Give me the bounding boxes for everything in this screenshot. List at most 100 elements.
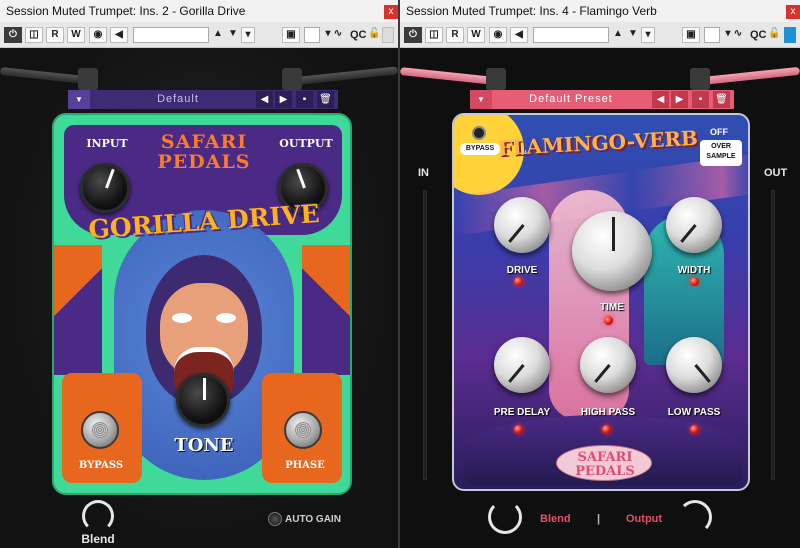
flamingo-verb-window: Session Muted Trumpet: Ins. 4 - Flamingo… [400,0,800,548]
preset-up-icon[interactable]: ▲ [611,27,625,43]
oversample-line1: OVER [711,143,731,150]
output-label: Output [626,513,663,525]
high-pass-label: HIGH PASS [580,407,636,418]
input-meter [423,190,427,480]
settings-icon[interactable] [784,27,796,43]
oversample-line2: SAMPLE [706,153,736,160]
brand-line2: PEDALS [157,151,251,173]
brand-line2: PEDALS [575,464,635,479]
gorilla-eye-right [216,313,236,323]
settings-icon[interactable] [382,27,394,43]
gorilla-drive-pedal: INPUT OUTPUT SAFARI PEDALS GORILLA DRIVE… [52,113,352,495]
bypass-switch[interactable] [472,126,486,140]
phase-footswitch[interactable] [284,411,322,449]
output-meter [771,190,775,480]
high-pass-led [602,425,611,434]
input-knob[interactable] [80,163,130,213]
input-jack [78,68,98,90]
window-title-bar[interactable]: Session Muted Trumpet: Ins. 2 - Gorilla … [0,0,398,22]
write-automation-button[interactable]: W [67,27,85,43]
width-knob[interactable] [666,197,722,253]
pre-delay-knob[interactable] [494,337,550,393]
sidechain-icon[interactable]: ◉ [489,27,507,43]
bypass-label: BYPASS [460,143,500,155]
lock-icon[interactable]: 🔓 [768,27,780,43]
preset-down-icon[interactable]: ▼ [226,27,240,43]
waveform-icon[interactable]: ∿ [729,27,747,43]
back-arrow-icon[interactable]: ◀ [110,27,128,43]
preset-bar: ▼ Default Preset ◀ ▶ ▪ 🗑 [470,90,734,109]
preset-up-icon[interactable]: ▲ [211,27,225,43]
routing-field[interactable] [704,27,720,43]
low-pass-knob[interactable] [666,337,722,393]
sidechain-icon[interactable]: ◉ [89,27,107,43]
preset-browser-field[interactable] [533,27,609,43]
bypass-footswitch[interactable] [81,411,119,449]
blend-knob[interactable] [488,500,522,534]
preset-name[interactable]: Default Preset [492,90,650,109]
brand-badge: SAFARI PEDALS [556,445,652,481]
lightning-right [302,245,350,375]
output-knob[interactable] [678,500,712,534]
routing-field[interactable] [304,27,320,43]
time-label: TIME [600,302,624,313]
quick-controls-button[interactable]: QC [350,27,367,43]
bypass-toggle-icon[interactable]: ◫ [425,27,443,43]
output-jack [282,68,302,90]
prev-preset-icon[interactable]: ◀ [256,91,273,108]
oversample-button[interactable]: OVER SAMPLE [700,140,742,166]
power-icon[interactable]: ⏻ [4,27,22,43]
power-icon[interactable]: ⏻ [404,27,422,43]
close-window-button[interactable]: x [384,5,398,19]
waveform-icon[interactable]: ∿ [329,27,347,43]
write-automation-button[interactable]: W [467,27,485,43]
delete-preset-icon[interactable]: 🗑 [713,91,730,108]
read-automation-button[interactable]: R [446,27,464,43]
close-window-button[interactable]: x [786,5,800,19]
footer-separator: | [597,513,601,525]
auto-gain-label: AUTO GAIN [285,514,341,525]
phase-label: PHASE [285,460,325,471]
window-title: Session Muted Trumpet: Ins. 2 - Gorilla … [6,4,246,18]
bypass-toggle-icon[interactable]: ◫ [25,27,43,43]
window-title-bar[interactable]: Session Muted Trumpet: Ins. 4 - Flamingo… [400,0,800,22]
blend-knob[interactable] [82,500,114,532]
preset-menu-icon[interactable]: ▾ [641,27,655,43]
window-title: Session Muted Trumpet: Ins. 4 - Flamingo… [406,4,657,18]
drive-led [514,277,523,286]
read-automation-button[interactable]: R [46,27,64,43]
camera-icon[interactable]: ▣ [282,27,300,43]
pedal-name: FLAMINGO-VERB [497,125,699,161]
save-preset-icon[interactable]: ▪ [692,91,709,108]
back-arrow-icon[interactable]: ◀ [510,27,528,43]
delete-preset-icon[interactable]: 🗑 [317,91,334,108]
next-preset-icon[interactable]: ▶ [275,91,292,108]
preset-menu-icon[interactable]: ▾ [241,27,255,43]
camera-icon[interactable]: ▣ [682,27,700,43]
preset-browser-field[interactable] [133,27,209,43]
low-pass-led [690,425,699,434]
save-preset-icon[interactable]: ▪ [296,91,313,108]
auto-gain-button[interactable] [268,512,282,526]
prev-preset-icon[interactable]: ◀ [652,91,669,108]
drive-label: DRIVE [506,265,538,276]
lock-icon[interactable]: 🔓 [368,27,380,43]
tone-knob[interactable] [176,373,230,427]
pre-delay-led [514,425,523,434]
next-preset-icon[interactable]: ▶ [671,91,688,108]
high-pass-knob[interactable] [580,337,636,393]
preset-down-icon[interactable]: ▼ [626,27,640,43]
preset-name[interactable]: Default [90,90,266,109]
preset-dropdown-icon[interactable]: ▼ [68,90,90,109]
quick-controls-button[interactable]: QC [750,27,767,43]
tone-label: TONE [174,435,234,456]
flamingo-verb-pedal: BYPASS FLAMINGO-VERB OFF OVER SAMPLE DRI… [452,113,750,491]
out-label: OUT [764,167,788,179]
time-knob[interactable] [572,211,652,291]
drive-knob[interactable] [494,197,550,253]
output-jack [690,68,710,90]
preset-dropdown-icon[interactable]: ▼ [470,90,492,109]
gorilla-drive-window: Session Muted Trumpet: Ins. 2 - Gorilla … [0,0,398,548]
brand-line1: SAFARI [577,450,633,465]
bypass-label: BYPASS [78,460,124,471]
